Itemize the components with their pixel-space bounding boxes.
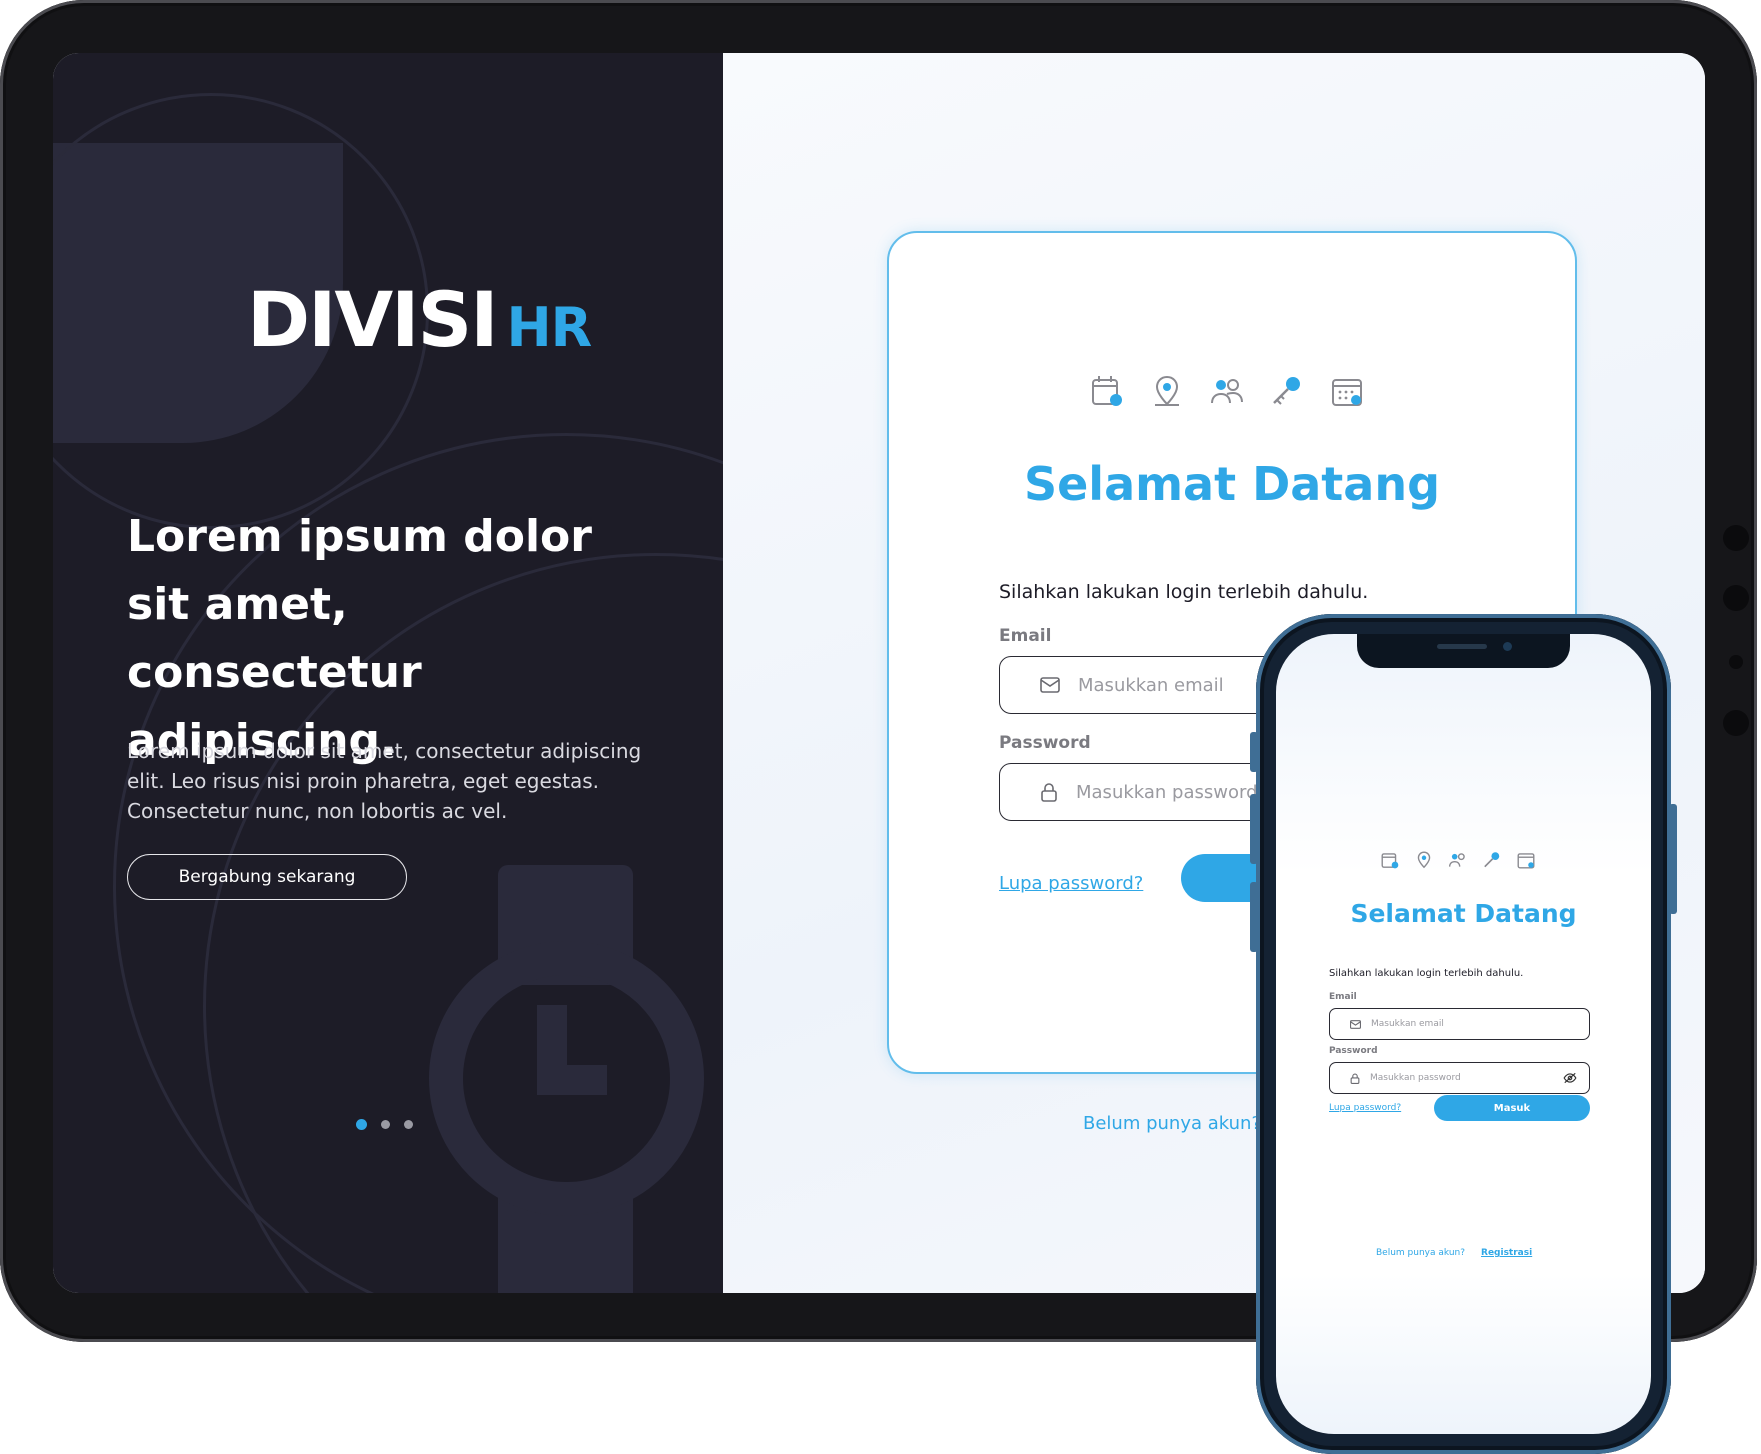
logo-accent-text: HR [506, 296, 592, 359]
calendar-grid-icon [1517, 853, 1535, 869]
forgot-password-link[interactable]: Lupa password? [1329, 1103, 1401, 1113]
carousel-dots [356, 1119, 413, 1130]
register-prompt: Belum punya akun? Registrasi [1376, 1248, 1532, 1258]
login-submit-button[interactable]: Masuk [1434, 1095, 1590, 1121]
join-now-button[interactable]: Bergabung sekarang [127, 854, 407, 900]
login-subtitle: Silahkan lakukan login terlebih dahulu. [999, 581, 1369, 603]
mail-icon [1040, 677, 1060, 693]
phone-side-button [1250, 732, 1258, 772]
password-input[interactable] [1368, 1072, 1542, 1084]
no-account-text: Belum punya akun? [1376, 1248, 1466, 1258]
brand-logo: DIVISI HR [247, 275, 592, 364]
register-link[interactable]: Registrasi [1481, 1248, 1532, 1258]
hero-panel: DIVISI HR Lorem ipsum dolor sit amet, con… [53, 53, 723, 1293]
phone-camera [1503, 642, 1512, 651]
calendar-clock-icon [1381, 853, 1399, 869]
calendar-grid-icon [1332, 379, 1362, 406]
calendar-clock-icon [1092, 376, 1122, 406]
email-input[interactable] [1369, 1018, 1543, 1030]
watch-illustration [537, 1065, 607, 1095]
hero-description: Lorem ipsum dolor sit amet, consectetur … [127, 739, 642, 823]
phone-side-button [1250, 882, 1258, 952]
hero-title: Lorem ipsum dolor sit amet, consectetur … [127, 511, 592, 766]
phone-device: Selamat Datang Silahkan lakukan login te… [1250, 614, 1677, 1454]
users-icon [1211, 379, 1243, 404]
phone-side-button [1250, 794, 1258, 864]
phone-side-button [1669, 804, 1677, 914]
feature-icons [1380, 850, 1536, 870]
phone-screen: Selamat Datang Silahkan lakukan login te… [1276, 634, 1651, 1434]
tablet-side-button [1723, 525, 1749, 551]
tablet-side-button [1723, 710, 1749, 736]
users-icon [1448, 853, 1465, 867]
map-pin-icon [1417, 851, 1431, 869]
lock-icon [1041, 783, 1057, 802]
lock-icon [1350, 1073, 1360, 1084]
carousel-dot-2[interactable] [381, 1120, 390, 1129]
feature-icons [1089, 373, 1365, 409]
phone-notch [1357, 634, 1570, 668]
key-icon [1273, 377, 1300, 405]
forgot-password-link[interactable]: Lupa password? [999, 873, 1143, 894]
phone-speaker [1437, 644, 1487, 649]
key-icon [1484, 852, 1500, 868]
mail-icon [1350, 1019, 1361, 1029]
eye-off-icon[interactable] [1563, 1072, 1577, 1084]
login-subtitle: Silahkan lakukan login terlebih dahulu. [1329, 968, 1524, 979]
password-label: Password [999, 733, 1091, 753]
password-field[interactable] [1329, 1062, 1590, 1094]
map-pin-icon [1155, 375, 1179, 406]
no-account-text: Belum punya akun? [1083, 1113, 1262, 1134]
tablet-side-button [1723, 585, 1749, 611]
carousel-dot-3[interactable] [404, 1120, 413, 1129]
password-label: Password [1329, 1046, 1378, 1056]
carousel-dot-1[interactable] [356, 1119, 367, 1130]
email-label: Email [999, 626, 1052, 646]
email-field[interactable] [1329, 1008, 1590, 1040]
email-label: Email [1329, 992, 1357, 1002]
welcome-title: Selamat Datang [1350, 899, 1577, 928]
tablet-camera [1729, 655, 1743, 669]
logo-main-text: DIVISI [247, 275, 498, 364]
welcome-title: Selamat Datang [1023, 457, 1441, 511]
